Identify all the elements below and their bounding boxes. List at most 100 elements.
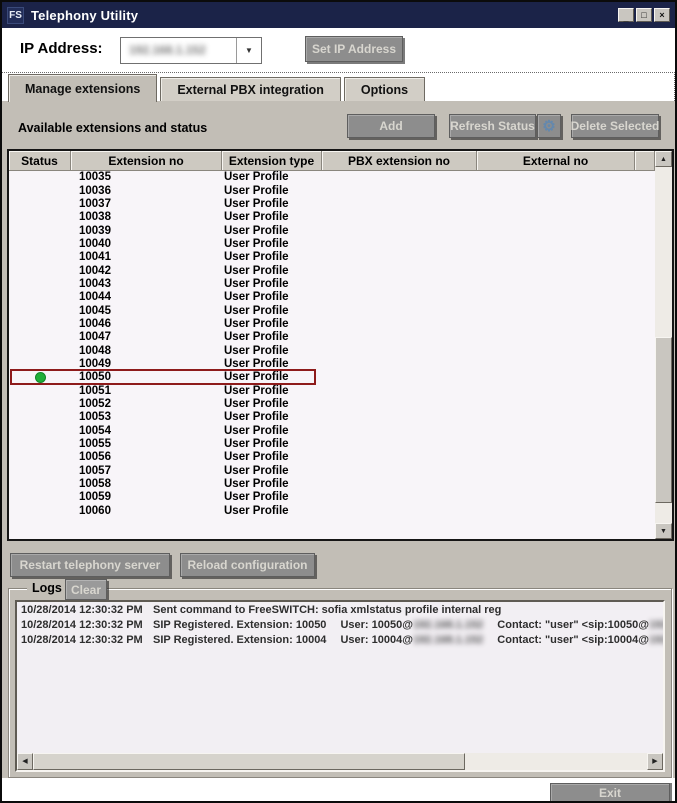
column-header-filler — [635, 151, 655, 171]
table-row[interactable]: 10035User Profile — [9, 171, 655, 184]
clear-logs-button[interactable]: Clear — [65, 579, 107, 600]
table-row[interactable]: 10046User Profile — [9, 318, 655, 331]
extension-no-cell: 10036 — [71, 185, 222, 198]
extension-type-cell: User Profile — [222, 385, 322, 398]
log-message: Sent command to FreeSWITCH: sofia xmlsta… — [153, 604, 501, 617]
column-header-extension-no[interactable]: Extension no — [71, 151, 222, 171]
delete-selected-button[interactable]: Delete Selected — [571, 114, 659, 138]
table-header-row: StatusExtension noExtension typePBX exte… — [9, 151, 655, 171]
extension-type-cell: User Profile — [222, 438, 322, 451]
extension-no-cell: 10045 — [71, 305, 222, 318]
column-header-external-no[interactable]: External no — [477, 151, 635, 171]
table-row[interactable]: 10049User Profile — [9, 358, 655, 371]
refresh-status-button[interactable]: Refresh Status — [449, 114, 536, 138]
extension-type-cell: User Profile — [222, 238, 322, 251]
table-row[interactable]: 10042User Profile — [9, 264, 655, 277]
log-message: SIP Registered. Extension: 10004 — [153, 634, 326, 647]
table-row[interactable]: 10056User Profile — [9, 451, 655, 464]
add-button[interactable]: Add — [347, 114, 435, 138]
tab-options[interactable]: Options — [344, 77, 425, 102]
table-row[interactable]: 10050User Profile — [9, 371, 655, 384]
table-row[interactable]: 10051User Profile — [9, 385, 655, 398]
extension-type-cell: User Profile — [222, 185, 322, 198]
extension-no-cell: 10040 — [71, 238, 222, 251]
extension-no-cell: 10046 — [71, 318, 222, 331]
extension-type-cell: User Profile — [222, 171, 322, 184]
table-row[interactable]: 10052User Profile — [9, 398, 655, 411]
column-header-extension-type[interactable]: Extension type — [222, 151, 322, 171]
extension-no-cell: 10039 — [71, 225, 222, 238]
extension-no-cell: 10038 — [71, 211, 222, 224]
tab-external-pbx-integration[interactable]: External PBX integration — [160, 77, 341, 102]
table-body: 10035User Profile10036User Profile10037U… — [9, 171, 655, 539]
reload-configuration-button[interactable]: Reload configuration — [180, 553, 315, 577]
column-header-pbx-extension-no[interactable]: PBX extension no — [322, 151, 477, 171]
table-row[interactable]: 10044User Profile — [9, 291, 655, 304]
log-entry: 10/28/2014 12:30:32 PMSent command to Fr… — [17, 604, 663, 617]
ip-address-value-redacted: 192.168.1.152 — [121, 38, 236, 63]
column-header-status[interactable]: Status — [9, 151, 71, 171]
table-row[interactable]: 10038User Profile — [9, 211, 655, 224]
extension-no-cell: 10041 — [71, 251, 222, 264]
logs-group: Logs Clear 10/28/2014 12:30:32 PMSent co… — [8, 588, 672, 778]
logs-list[interactable]: 10/28/2014 12:30:32 PMSent command to Fr… — [15, 600, 665, 772]
minimize-button[interactable]: _ — [618, 8, 634, 22]
vertical-scrollbar-thumb[interactable] — [655, 337, 672, 503]
vertical-scrollbar[interactable]: ▲ ▼ — [655, 151, 672, 539]
log-entry: 10/28/2014 12:30:32 PMSIP Registered. Ex… — [17, 619, 663, 632]
extension-type-cell: User Profile — [222, 358, 322, 371]
log-entry: 10/28/2014 12:30:32 PMSIP Registered. Ex… — [17, 634, 663, 647]
log-message: Contact: "user" <sip:10050@ — [497, 619, 649, 632]
scroll-right-icon[interactable]: ▶ — [647, 753, 663, 770]
table-row[interactable]: 10040User Profile — [9, 238, 655, 251]
extension-no-cell: 10059 — [71, 491, 222, 504]
extension-type-cell: User Profile — [222, 318, 322, 331]
telephony-utility-window: FS Telephony Utility _ □ × IP Address: 1… — [0, 0, 677, 803]
close-button[interactable]: × — [654, 8, 670, 22]
scroll-up-icon[interactable]: ▲ — [655, 151, 672, 167]
title-bar: FS Telephony Utility _ □ × — [2, 2, 675, 28]
set-ip-address-button[interactable]: Set IP Address — [305, 36, 403, 62]
window-title: Telephony Utility — [31, 8, 138, 23]
extension-type-cell: User Profile — [222, 278, 322, 291]
extensions-table: StatusExtension noExtension typePBX exte… — [7, 149, 674, 541]
chevron-down-icon[interactable]: ▼ — [236, 38, 261, 63]
extension-no-cell: 10044 — [71, 291, 222, 304]
ip-address-combobox[interactable]: 192.168.1.152 ▼ — [120, 37, 262, 64]
maximize-button[interactable]: □ — [636, 8, 652, 22]
scroll-down-icon[interactable]: ▼ — [655, 523, 672, 539]
extension-type-cell: User Profile — [222, 291, 322, 304]
table-row[interactable]: 10055User Profile — [9, 438, 655, 451]
extension-type-cell: User Profile — [222, 398, 322, 411]
restart-telephony-server-button[interactable]: Restart telephony server — [10, 553, 170, 577]
extension-no-cell: 10056 — [71, 451, 222, 464]
scroll-left-icon[interactable]: ◀ — [17, 753, 33, 770]
table-row[interactable]: 10057User Profile — [9, 465, 655, 478]
registered-status-dot — [35, 372, 46, 383]
table-row[interactable]: 10036User Profile — [9, 184, 655, 197]
table-row[interactable]: 10053User Profile — [9, 411, 655, 424]
table-row[interactable]: 10054User Profile — [9, 425, 655, 438]
table-row[interactable]: 10043User Profile — [9, 278, 655, 291]
table-row[interactable]: 10047User Profile — [9, 331, 655, 344]
table-row[interactable]: 10059User Profile — [9, 491, 655, 504]
gear-icon[interactable]: ⚙ — [537, 114, 561, 138]
horizontal-scrollbar-thumb[interactable] — [33, 753, 465, 770]
extension-type-cell: User Profile — [222, 265, 322, 278]
table-row[interactable]: 10039User Profile — [9, 224, 655, 237]
log-message: Contact: "user" <sip:10004@ — [497, 634, 649, 647]
ip-address-label: IP Address: — [20, 40, 103, 57]
horizontal-scrollbar[interactable]: ◀ ▶ — [17, 753, 663, 770]
exit-button[interactable]: Exit — [550, 783, 670, 802]
log-redacted-ip: 192.168.1 — [649, 634, 665, 647]
log-message: User: 10050@ — [340, 619, 413, 632]
table-row[interactable]: 10060User Profile — [9, 505, 655, 518]
table-row[interactable]: 10037User Profile — [9, 198, 655, 211]
tab-manage-extensions[interactable]: Manage extensions — [8, 74, 157, 102]
extension-type-cell: User Profile — [222, 465, 322, 478]
table-row[interactable]: 10058User Profile — [9, 478, 655, 491]
extension-no-cell: 10052 — [71, 398, 222, 411]
table-row[interactable]: 10048User Profile — [9, 344, 655, 357]
table-row[interactable]: 10041User Profile — [9, 251, 655, 264]
table-row[interactable]: 10045User Profile — [9, 304, 655, 317]
